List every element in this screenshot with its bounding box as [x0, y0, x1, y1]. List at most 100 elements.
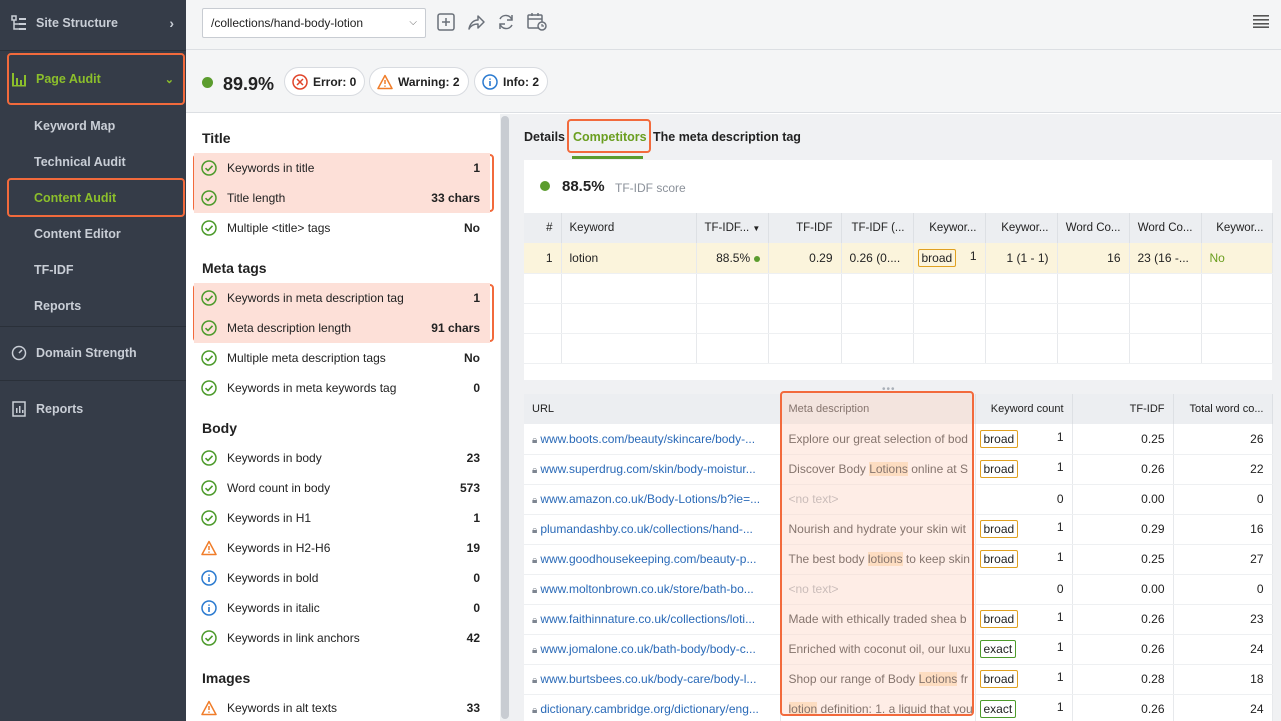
menu-icon[interactable]	[1253, 14, 1269, 31]
table-row[interactable]: 🔒︎ www.moltonbrown.co.uk/store/bath-bo...…	[524, 574, 1273, 605]
url-link[interactable]: www.faithinnature.co.uk/collections/loti…	[540, 612, 755, 626]
cell-url[interactable]: 🔒︎ www.moltonbrown.co.uk/store/bath-bo...	[524, 574, 781, 605]
table-row[interactable]: 🔒︎ dictionary.cambridge.org/dictionary/en…	[524, 694, 1273, 721]
url-link[interactable]: www.goodhousekeeping.com/beauty-p...	[540, 552, 756, 566]
cell-url[interactable]: 🔒︎ dictionary.cambridge.org/dictionary/en…	[524, 694, 781, 721]
column-header[interactable]: Keywor...	[985, 213, 1058, 243]
cell-url[interactable]: 🔒︎ www.burtsbees.co.uk/body-care/body-l..…	[524, 664, 781, 695]
cell-value: 1	[1056, 550, 1064, 564]
add-icon[interactable]	[436, 12, 458, 34]
column-header[interactable]: TF-IDF... ▼	[696, 213, 769, 243]
warning-badge[interactable]: Warning: 2	[369, 67, 469, 96]
column-header[interactable]: TF-IDF	[768, 213, 842, 243]
column-header[interactable]: Keyword	[561, 213, 697, 243]
sidebar-item-content-editor[interactable]: Content Editor	[34, 227, 121, 241]
table-row[interactable]: 🔒︎ www.boots.com/beauty/skincare/body-...…	[524, 424, 1273, 455]
share-icon[interactable]	[466, 12, 488, 34]
checklist-item[interactable]: Keywords in meta keywords tag 0	[194, 373, 490, 403]
sidebar-item-domain-strength[interactable]: Domain Strength	[0, 338, 186, 368]
cell-value: 1	[1056, 520, 1064, 534]
cell-url[interactable]: 🔒︎ www.amazon.co.uk/Body-Lotions/b?ie=...	[524, 484, 781, 515]
cell-meta-description: <no text>	[780, 574, 976, 605]
tab-meta-description[interactable]: The meta description tag	[653, 130, 801, 144]
scrollbar[interactable]	[500, 114, 510, 721]
checklist-item[interactable]: Keywords in bold 0	[194, 563, 490, 593]
checklist-item[interactable]: Keywords in H2-H6 19	[194, 533, 490, 563]
sidebar-item-reports-sub[interactable]: Reports	[34, 299, 81, 313]
checklist-item[interactable]: Keywords in title 1	[194, 153, 490, 183]
tab-details[interactable]: Details	[524, 130, 565, 144]
cell-url[interactable]: 🔒︎ plumandashby.co.uk/collections/hand-..…	[524, 514, 781, 545]
checklist-item[interactable]: Title length 33 chars	[194, 183, 490, 213]
table-row[interactable]: 🔒︎ www.jomalone.co.uk/bath-body/body-c...…	[524, 634, 1273, 665]
column-header[interactable]: Keyword count	[975, 394, 1073, 424]
table-row[interactable]: 🔒︎ www.faithinnature.co.uk/collections/lo…	[524, 604, 1273, 635]
cell-value: 0	[1056, 582, 1064, 596]
table-row[interactable]: 🔒︎ www.amazon.co.uk/Body-Lotions/b?ie=...…	[524, 484, 1273, 515]
column-header[interactable]: #	[524, 213, 562, 243]
url-link[interactable]: www.moltonbrown.co.uk/store/bath-bo...	[540, 582, 753, 596]
checklist-item[interactable]: Keywords in meta description tag 1	[194, 283, 490, 313]
info-badge[interactable]: Info: 2	[474, 67, 548, 96]
cell-value: 1	[1056, 670, 1064, 684]
checklist-item[interactable]: Keywords in body 23	[194, 443, 490, 473]
cell-keyword-count: broad 1	[975, 604, 1073, 635]
column-header[interactable]: TF-IDF (...	[841, 213, 914, 243]
checklist-item[interactable]: Keywords in H1 1	[194, 503, 490, 533]
sidebar-item-tf-idf[interactable]: TF-IDF	[34, 263, 74, 277]
url-select[interactable]: /collections/hand-body-lotion ⌵	[202, 8, 426, 38]
meta-text: The best body	[788, 552, 868, 566]
meta-keyword-highlight: Lotions	[869, 462, 908, 476]
cell-tfidf: 0.26	[1072, 634, 1174, 665]
checklist-item[interactable]: Keywords in italic 0	[194, 593, 490, 623]
sidebar-item-keyword-map[interactable]: Keyword Map	[34, 119, 115, 133]
meta-keyword-highlight: lotions	[867, 552, 903, 566]
cell-url[interactable]: 🔒︎ www.boots.com/beauty/skincare/body-...	[524, 424, 781, 455]
column-header[interactable]: TF-IDF	[1072, 394, 1174, 424]
table-row[interactable]: 🔒︎ www.superdrug.com/skin/body-moistur...…	[524, 454, 1273, 485]
cell-url[interactable]: 🔒︎ www.superdrug.com/skin/body-moistur...	[524, 454, 781, 485]
column-header[interactable]: Keywor...	[1201, 213, 1273, 243]
cell-url[interactable]: 🔒︎ www.faithinnature.co.uk/collections/lo…	[524, 604, 781, 635]
table-row[interactable]: 🔒︎ www.goodhousekeeping.com/beauty-p... Th…	[524, 544, 1273, 575]
section-meta-tags: Meta tags	[202, 260, 267, 276]
checklist-item[interactable]: Keywords in alt texts 33	[194, 693, 490, 721]
sidebar-item-reports[interactable]: Reports	[0, 394, 186, 424]
cell-meta-description: The best body lotions to keep skin	[780, 544, 976, 575]
cell-url[interactable]: 🔒︎ www.jomalone.co.uk/bath-body/body-c...	[524, 634, 781, 665]
url-link[interactable]: www.amazon.co.uk/Body-Lotions/b?ie=...	[540, 492, 760, 506]
check-circle-icon	[201, 320, 217, 336]
url-link[interactable]: www.superdrug.com/skin/body-moistur...	[540, 462, 755, 476]
column-header[interactable]: URL	[524, 394, 781, 424]
schedule-icon[interactable]	[526, 12, 548, 34]
table-row[interactable]: 🔒︎ www.burtsbees.co.uk/body-care/body-l..…	[524, 664, 1273, 695]
url-link[interactable]: www.burtsbees.co.uk/body-care/body-l...	[540, 672, 756, 686]
checklist-item[interactable]: Keywords in link anchors 42	[194, 623, 490, 653]
cell-url[interactable]: 🔒︎ www.goodhousekeeping.com/beauty-p...	[524, 544, 781, 575]
checklist-item-value: 23	[466, 451, 480, 465]
column-header[interactable]: Meta description	[780, 394, 976, 424]
url-link[interactable]: dictionary.cambridge.org/dictionary/eng.…	[540, 702, 759, 716]
url-link[interactable]: www.boots.com/beauty/skincare/body-...	[540, 432, 755, 446]
column-header[interactable]: Word Co...	[1057, 213, 1130, 243]
url-link[interactable]: www.jomalone.co.uk/bath-body/body-c...	[540, 642, 755, 656]
checklist-item[interactable]: Word count in body 573	[194, 473, 490, 503]
tfidf-score: 88.5%	[562, 178, 605, 195]
url-link[interactable]: plumandashby.co.uk/collections/hand-...	[540, 522, 753, 536]
table-row[interactable]: 1 lotion 88.5% 0.29 0.26 (0.... broad 1 1…	[524, 243, 1273, 274]
refresh-icon[interactable]	[496, 12, 518, 34]
cell-keyword-count: broad 1	[975, 424, 1073, 455]
cell-meta-description: lotion definition: 1. a liquid that you	[780, 694, 976, 721]
checklist-item[interactable]: Meta description length 91 chars	[194, 313, 490, 343]
column-header[interactable]: Keywor...	[913, 213, 986, 243]
scrollbar-thumb[interactable]	[501, 116, 509, 719]
checklist-item[interactable]: Multiple meta description tags No	[194, 343, 490, 373]
error-badge[interactable]: Error: 0	[284, 67, 366, 96]
column-header[interactable]: Total word co...	[1173, 394, 1273, 424]
sidebar-item-site-structure[interactable]: Site Structure ›	[0, 8, 186, 38]
lock-icon: 🔒︎	[532, 585, 538, 596]
sidebar-item-technical-audit[interactable]: Technical Audit	[34, 155, 126, 169]
column-header[interactable]: Word Co...	[1129, 213, 1202, 243]
checklist-item[interactable]: Multiple <title> tags No	[194, 213, 490, 243]
table-row[interactable]: 🔒︎ plumandashby.co.uk/collections/hand-..…	[524, 514, 1273, 545]
